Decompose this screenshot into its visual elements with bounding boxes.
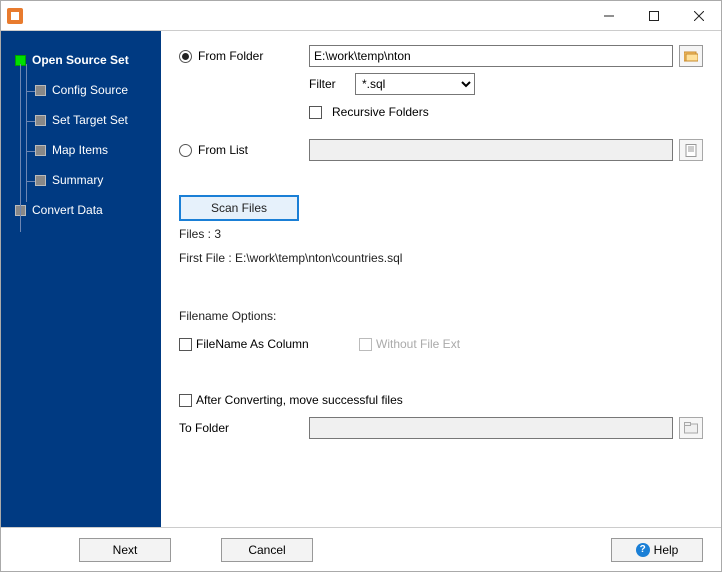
after-converting-label: After Converting, move successful files — [196, 393, 403, 407]
help-button[interactable]: ? Help — [611, 538, 703, 562]
sidebar-item-config-source[interactable]: Config Source — [1, 75, 161, 105]
content-panel: From Folder Filter *.sql Recurs — [161, 31, 721, 527]
app-icon — [7, 8, 23, 24]
from-folder-radio[interactable] — [179, 50, 192, 63]
titlebar — [1, 1, 721, 31]
recursive-label: Recursive Folders — [332, 105, 429, 119]
sidebar-item-map-items[interactable]: Map Items — [1, 135, 161, 165]
to-folder-input — [309, 417, 673, 439]
sidebar-item-label: Config Source — [52, 83, 128, 97]
minimize-button[interactable] — [586, 1, 631, 30]
to-folder-label: To Folder — [179, 421, 229, 435]
after-converting-checkbox[interactable] — [179, 394, 192, 407]
maximize-button[interactable] — [631, 1, 676, 30]
browse-folder-button[interactable] — [679, 45, 703, 67]
filename-as-column-label: FileName As Column — [196, 337, 309, 351]
wizard-sidebar: Open Source Set Config Source Set Target… — [1, 31, 161, 527]
folder-icon — [684, 422, 698, 434]
without-file-ext-label: Without File Ext — [376, 337, 460, 351]
sidebar-item-summary[interactable]: Summary — [1, 165, 161, 195]
file-icon — [685, 144, 697, 157]
close-button[interactable] — [676, 1, 721, 30]
scan-files-button[interactable]: Scan Files — [179, 195, 299, 221]
cancel-button[interactable]: Cancel — [221, 538, 313, 562]
recursive-checkbox[interactable] — [309, 106, 322, 119]
sidebar-item-label: Map Items — [52, 143, 108, 157]
without-file-ext-checkbox — [359, 338, 372, 351]
help-icon: ? — [636, 543, 650, 557]
sidebar-item-set-target-set[interactable]: Set Target Set — [1, 105, 161, 135]
browse-to-folder-button — [679, 417, 703, 439]
filter-select[interactable]: *.sql — [355, 73, 475, 95]
filename-options-heading: Filename Options: — [179, 309, 703, 323]
list-path-input — [309, 139, 673, 161]
maximize-icon — [649, 11, 659, 21]
first-file-text: First File : E:\work\temp\nton\countries… — [179, 251, 703, 265]
sidebar-item-convert-data[interactable]: Convert Data — [1, 195, 161, 225]
sidebar-item-label: Set Target Set — [52, 113, 128, 127]
next-button[interactable]: Next — [79, 538, 171, 562]
from-list-label: From List — [198, 143, 248, 157]
sidebar-item-label: Open Source Set — [32, 53, 129, 67]
filter-label: Filter — [309, 77, 349, 91]
browse-list-button — [679, 139, 703, 161]
minimize-icon — [604, 11, 614, 21]
close-icon — [694, 11, 704, 21]
wizard-footer: Next Cancel ? Help — [1, 527, 721, 571]
sidebar-item-label: Convert Data — [32, 203, 103, 217]
filename-as-column-checkbox[interactable] — [179, 338, 192, 351]
folder-path-input[interactable] — [309, 45, 673, 67]
from-folder-label: From Folder — [198, 49, 263, 63]
folder-open-icon — [684, 50, 698, 62]
sidebar-item-label: Summary — [52, 173, 103, 187]
from-list-radio[interactable] — [179, 144, 192, 157]
sidebar-item-open-source-set[interactable]: Open Source Set — [1, 45, 161, 75]
files-count-text: Files : 3 — [179, 227, 703, 241]
